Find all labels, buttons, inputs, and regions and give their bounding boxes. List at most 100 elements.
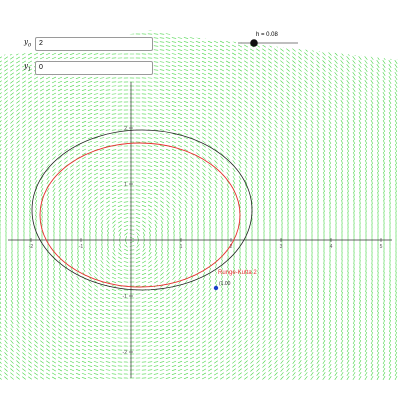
field-segment [17,263,19,269]
field-segment [389,199,391,205]
field-segment [70,271,74,277]
field-segment [383,187,385,193]
field-segment [286,56,290,60]
field-segment [225,56,231,60]
field-segment [184,184,188,188]
field-segment [5,203,7,209]
field-segment [171,65,177,67]
field-segment [10,128,14,132]
field-segment [41,207,43,213]
field-segment [394,139,398,145]
field-segment [383,283,385,289]
field-segment [99,125,105,127]
field-segment [196,263,200,269]
field-segment [147,321,153,323]
field-segment [63,80,69,84]
field-segment [76,188,80,192]
field-segment [207,56,213,60]
field-segment [171,89,177,91]
field-segment [70,280,74,284]
field-segment [293,215,295,221]
field-segment [154,223,158,229]
field-segment [82,215,86,221]
field-segment [10,307,14,313]
graphics-view[interactable]: -2-11234521-1-2 Runge-Kutta 2(1.00 y0 y1… [0,0,400,400]
field-segment [117,197,123,199]
field-segment [165,113,171,115]
field-segment [22,104,26,108]
field-segment [41,259,43,265]
field-segment [4,299,8,305]
field-segment [365,207,367,213]
field-segment [16,287,20,293]
field-segment [329,175,331,181]
field-segment [353,171,355,177]
field-segment [177,124,183,128]
field-segment [382,79,386,85]
field-segment [214,172,218,176]
field-segment [219,68,225,72]
field-segment [293,271,295,277]
field-segment [250,64,254,68]
field-segment [99,93,105,95]
field-segment [232,104,236,108]
field-segment [287,199,289,205]
field-segment [238,148,242,152]
field-segment [34,203,38,209]
field-segment [147,317,153,319]
field-segment [249,32,255,36]
field-segment [196,199,200,205]
field-segment [213,68,219,72]
field-segment [153,149,159,151]
field-segment [377,155,379,161]
field-segment [322,96,326,100]
field-segment [142,248,146,252]
field-segment [323,187,325,193]
field-segment [88,284,92,288]
field-segment [292,96,296,100]
field-segment [329,279,331,285]
field-segment [21,52,27,56]
field-segment [16,92,20,96]
field-segment [178,292,182,296]
field-segment [299,207,301,213]
field-segment [123,248,129,252]
field-segment [322,40,326,44]
field-segment [370,40,374,44]
field-segment [178,272,182,276]
field-segment [298,36,302,40]
field-segment [15,52,21,56]
field-segment [179,231,181,237]
field-segment [177,53,183,55]
field-segment [341,295,343,301]
field-segment [77,227,79,233]
field-segment [153,77,159,79]
field-segment [322,131,326,137]
field-segment [304,96,308,100]
field-segment [34,312,38,316]
field-segment [167,247,169,253]
field-segment [179,223,181,229]
field-segment [395,315,397,321]
field-segment [316,151,320,157]
field-segment [207,60,213,64]
field-segment [123,257,129,259]
field-segment [232,195,236,201]
field-segment [201,76,207,80]
field-segment [226,152,230,156]
field-segment [262,56,266,60]
field-segment [28,108,32,112]
field-segment [189,92,195,96]
field-segment [64,195,68,201]
field-segment [59,227,61,233]
field-segment [377,315,379,321]
field-segment [81,97,87,99]
field-segment [263,207,265,213]
field-segment [220,295,224,301]
field-segment [147,297,153,299]
field-segment [34,308,38,312]
field-segment [347,275,349,281]
field-segment [358,76,362,80]
field-segment [178,300,182,304]
field-segment [274,128,278,132]
